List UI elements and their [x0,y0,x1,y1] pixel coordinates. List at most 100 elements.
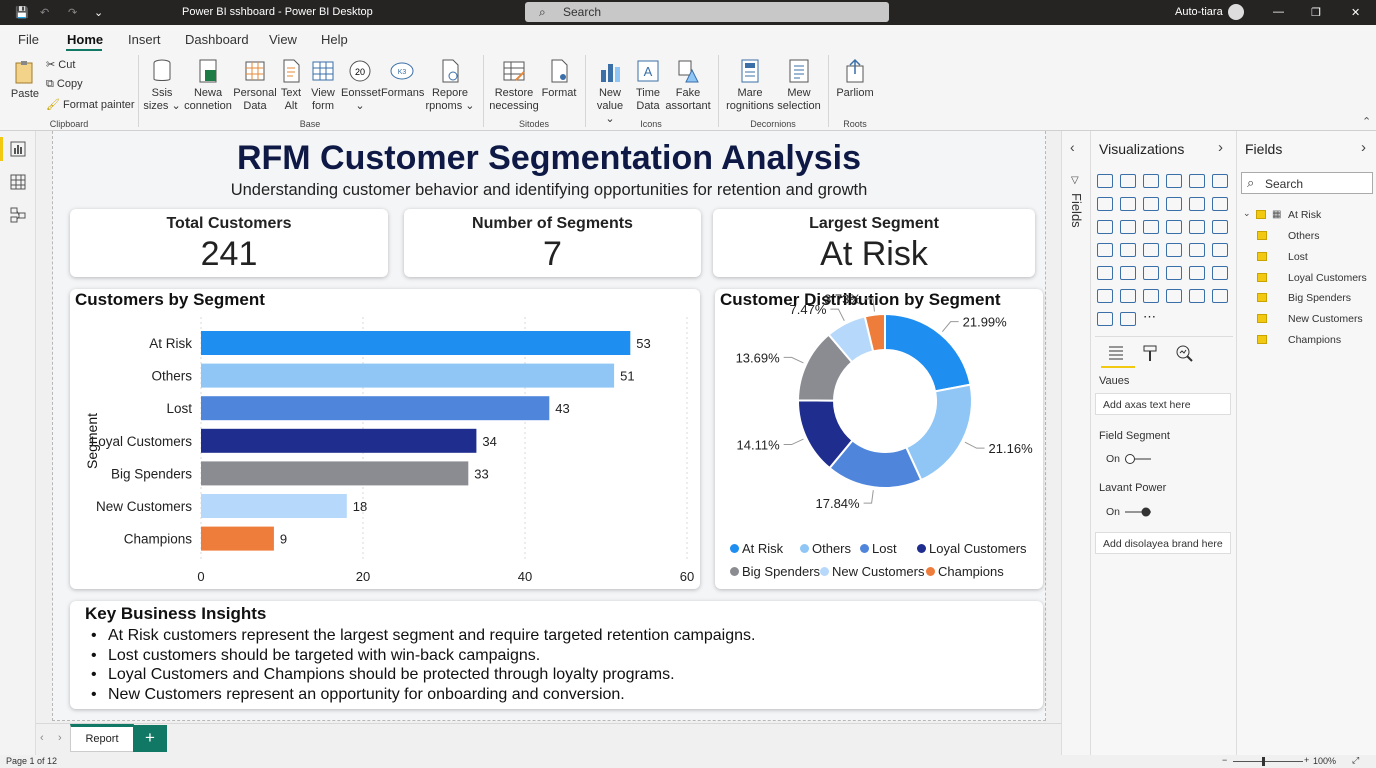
personal-data-button[interactable]: Personal Data [233,58,277,113]
save-icon[interactable]: 💾 [15,6,29,19]
add-page-button[interactable]: + [133,725,167,752]
report-view-icon[interactable] [10,141,26,157]
kpi-card-total-customers[interactable]: Total Customers 241 [70,209,388,277]
time-data-button[interactable]: A Time Data [631,58,665,113]
view-form-button[interactable]: View form [307,58,339,113]
toggle-switch-off[interactable] [1123,453,1153,465]
fields-collapsed-strip[interactable]: ‹ ▽ Fields [1061,131,1090,755]
user-name[interactable]: Auto-tiara [1175,6,1223,18]
visual-type-icon[interactable] [1120,174,1136,188]
eonsset-button[interactable]: 20 Eonsset ⌄ [341,58,381,113]
visual-type-icon[interactable] [1212,174,1228,188]
legend-item-others[interactable]: Others [800,541,851,556]
visual-type-icon[interactable] [1120,289,1136,303]
add-axis-field-well[interactable]: Add axas text here [1095,393,1231,415]
close-icon[interactable]: ✕ [1351,6,1360,19]
zoom-out-icon[interactable]: − [1222,755,1227,765]
visual-type-icon[interactable] [1212,220,1228,234]
visual-type-icon[interactable] [1189,174,1205,188]
menu-view[interactable]: View [269,32,297,47]
visual-type-icon[interactable] [1189,243,1205,257]
repore-rpnoms-button[interactable]: Repore rpnoms ⌄ [425,58,475,113]
fields-search-input[interactable]: ⌕ Search [1241,172,1373,194]
visual-type-icon[interactable] [1120,243,1136,257]
formans-button[interactable]: K3 Formans [381,58,424,100]
fields-well-icon[interactable] [1107,344,1125,362]
zoom-slider[interactable] [1233,761,1303,762]
visual-type-icon[interactable] [1097,174,1113,188]
visual-type-icon[interactable] [1166,220,1182,234]
visual-type-icon[interactable] [1212,197,1228,211]
menu-file[interactable]: File [18,32,39,47]
legend-item-new-customers[interactable]: New Customers [820,564,924,579]
mare-rognitions-button[interactable]: Mare rognitions [724,58,776,113]
visual-type-icon[interactable] [1097,266,1113,280]
collapse-ribbon-icon[interactable]: ⌃ [1362,115,1371,128]
visual-type-icon[interactable] [1166,174,1182,188]
chevron-down-icon[interactable]: ⌄ [1243,208,1251,219]
zoom-slider-thumb[interactable] [1262,757,1265,766]
legend-item-lost[interactable]: Lost [860,541,897,556]
fake-assortant-button[interactable]: Fake assortant [665,58,711,113]
more-visuals-icon[interactable]: ⋯ [1143,310,1159,326]
visual-type-icon[interactable] [1143,220,1159,234]
parliom-button[interactable]: Parliom [834,58,876,100]
paste-button[interactable]: Paste [10,59,40,101]
zoom-in-icon[interactable]: + [1304,755,1309,765]
visual-type-icon[interactable] [1097,220,1113,234]
visual-type-icon[interactable] [1166,266,1182,280]
menu-help[interactable]: Help [321,32,348,47]
visual-type-icon[interactable] [1212,266,1228,280]
legend-item-champions[interactable]: Champions [926,564,1004,579]
visual-type-icon[interactable] [1189,289,1205,303]
legend-item-loyal-customers[interactable]: Loyal Customers [917,541,1027,556]
visual-type-icon[interactable] [1120,266,1136,280]
ssis-sizes-button[interactable]: Ssis sizes ⌄ [143,58,181,113]
fit-to-page-icon[interactable]: ⤢ [1352,755,1359,766]
visual-type-icon[interactable] [1189,220,1205,234]
toggle-switch-on[interactable] [1123,506,1153,518]
cut-button[interactable]: ✂ Cut [46,58,75,71]
visual-type-icon[interactable] [1189,197,1205,211]
visual-type-icon[interactable] [1212,243,1228,257]
menu-home[interactable]: Home [67,32,103,47]
customize-dropdown-icon[interactable]: ⌄ [94,6,103,19]
visual-type-icon[interactable] [1097,312,1113,326]
maximize-icon[interactable]: ❐ [1311,6,1321,19]
chevron-right-icon[interactable]: › [1218,139,1223,156]
chevron-right-icon[interactable]: › [1361,139,1366,156]
visual-type-icon[interactable] [1097,289,1113,303]
chevron-left-icon[interactable]: ‹ [1070,139,1075,155]
visual-type-icon[interactable] [1212,289,1228,303]
paint-roller-icon[interactable] [1141,344,1159,362]
visual-type-icon[interactable] [1143,289,1159,303]
mew-selection-button[interactable]: Mew selection [776,58,822,113]
undo-icon[interactable]: ↶ [40,6,49,19]
new-connection-button[interactable]: Newa connetion [183,58,233,113]
legend-item-at-risk[interactable]: At Risk [730,541,783,556]
chevron-left-icon[interactable]: ‹ [40,732,44,744]
menu-insert[interactable]: Insert [128,32,161,47]
copy-button[interactable]: ⧉ Copy [46,78,83,91]
tab-report[interactable]: Report [70,724,134,752]
menu-dashboard[interactable]: Dashboard [185,32,249,47]
legend-item-big-spenders[interactable]: Big Spenders [730,564,820,579]
visual-type-icon[interactable] [1097,197,1113,211]
visual-type-icon[interactable] [1143,266,1159,280]
minimize-icon[interactable]: — [1273,6,1284,18]
visual-type-icon[interactable] [1120,220,1136,234]
visual-type-icon[interactable] [1143,243,1159,257]
analytics-icon[interactable] [1175,344,1193,362]
bar-chart-card[interactable]: Customers by Segment Segment 0 20 40 60 At R… [70,289,700,589]
model-view-icon[interactable] [10,207,26,223]
insights-card[interactable]: Key Business Insights At Risk customers … [70,601,1043,709]
kpi-card-largest-segment[interactable]: Largest Segment At Risk [713,209,1035,277]
chevron-right-icon[interactable]: › [58,732,62,744]
format-button[interactable]: Format [541,58,577,100]
title-search-box[interactable]: ⌕ Search [525,2,889,22]
restore-necessing-button[interactable]: Restore necessing [489,58,539,113]
redo-icon[interactable]: ↷ [68,6,77,19]
visual-type-icon[interactable] [1166,197,1182,211]
format-painter-button[interactable]: 🖌 Format painter [46,98,135,111]
visual-type-icon[interactable] [1143,197,1159,211]
